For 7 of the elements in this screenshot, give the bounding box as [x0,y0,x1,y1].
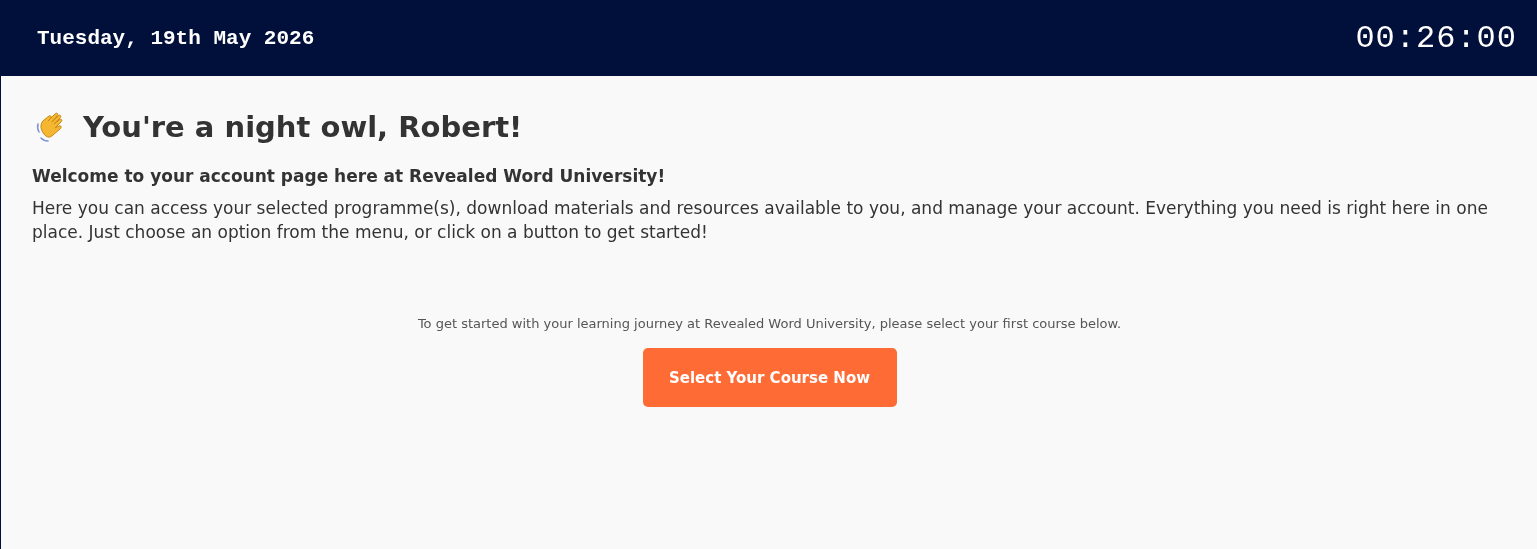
date-text: Tuesday, 19th May 2026 [37,26,315,50]
intro-paragraph: Here you can access your selected programme(s), download materials and resources available to you, and manage your account. Everything you need is right here in one place. Just choose an option from the menu, or click on a button to get started! [32,197,1489,244]
welcome-text: Welcome to your account page here at Revealed Word University! [32,166,667,186]
select-course-button[interactable]: Select Your Course Now [642,348,897,407]
course-prompt-text: To get started with your learning journey at Revealed Word University, please select your first course below. [417,316,1122,331]
greeting-heading: You're a night owl, Robert! [83,110,523,144]
clock-text: 00:26:00 [1355,19,1517,57]
